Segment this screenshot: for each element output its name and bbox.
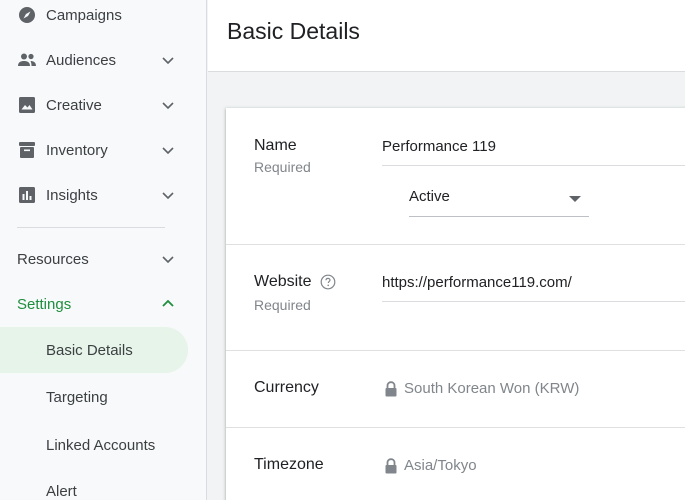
sidebar-subitem-label: Targeting [46, 388, 108, 406]
sidebar-divider [17, 227, 165, 228]
sidebar-item-inventory[interactable]: Inventory [0, 130, 188, 170]
sidebar-item-campaigns[interactable]: Campaigns [0, 0, 188, 35]
chevron-down-icon[interactable] [160, 187, 176, 203]
dropdown-arrow-icon [569, 196, 581, 202]
name-input-underline [382, 165, 685, 166]
sidebar-item-resources[interactable]: Resources [0, 239, 188, 279]
currency-label: Currency [254, 379, 319, 396]
sidebar-subitem-linked-accounts[interactable]: Linked Accounts [0, 422, 188, 468]
website-label: Website [254, 273, 312, 290]
currency-locked-value: South Korean Won (KRW) [384, 380, 579, 397]
row-divider [226, 244, 685, 245]
chevron-down-icon[interactable] [160, 52, 176, 68]
sidebar-item-settings[interactable]: Settings [0, 284, 188, 324]
sidebar-subitem-alert[interactable]: Alert [0, 468, 188, 500]
sidebar-item-label: Audiences [46, 51, 117, 69]
compass-icon [17, 5, 37, 25]
website-required-label: Required [254, 297, 311, 313]
sidebar-item-audiences[interactable]: Audiences [0, 40, 188, 80]
status-select-value: Active [409, 188, 450, 205]
sidebar-item-label: Creative [46, 96, 102, 114]
chevron-down-icon[interactable] [160, 142, 176, 158]
timezone-label: Timezone [254, 456, 324, 473]
archive-icon [17, 140, 37, 160]
sidebar-subitem-label: Alert [46, 482, 77, 500]
help-icon[interactable] [320, 274, 336, 290]
sidebar-item-label: Inventory [46, 141, 108, 159]
sidebar-item-insights[interactable]: Insights [0, 175, 188, 215]
currency-value: South Korean Won (KRW) [404, 380, 580, 397]
page-title: Basic Details [227, 18, 360, 44]
lock-icon [385, 380, 397, 396]
timezone-value: Asia/Tokyo [404, 457, 477, 474]
sidebar-item-label: Insights [46, 186, 98, 204]
row-divider [226, 427, 685, 428]
image-icon [17, 95, 37, 115]
sidebar-item-creative[interactable]: Creative [0, 85, 188, 125]
people-icon [17, 50, 37, 70]
sidebar-subitem-label: Linked Accounts [46, 436, 156, 454]
sidebar-subitem-label: Basic Details [46, 341, 133, 359]
basic-details-card: Name Required Performance 119 Active Web… [226, 108, 685, 500]
website-input-underline [382, 301, 685, 302]
sidebar-subitem-basic-details[interactable]: Basic Details [0, 327, 188, 373]
name-input[interactable]: Performance 119 [382, 138, 496, 155]
row-divider [226, 350, 685, 351]
sidebar-section-label: Resources [17, 250, 89, 268]
chevron-up-icon[interactable] [160, 296, 176, 312]
name-label: Name [254, 137, 297, 154]
chevron-down-icon[interactable] [160, 97, 176, 113]
sidebar-item-label: Campaigns [46, 6, 122, 24]
lock-icon [385, 457, 397, 473]
bar-chart-icon [17, 185, 37, 205]
sidebar-subitem-targeting[interactable]: Targeting [0, 374, 188, 420]
sidebar-section-label: Settings [17, 295, 72, 313]
chevron-down-icon[interactable] [160, 251, 176, 267]
timezone-locked-value: Asia/Tokyo [384, 457, 477, 474]
page-header: Basic Details [208, 0, 685, 72]
name-required-label: Required [254, 159, 311, 175]
status-select[interactable]: Active [409, 186, 589, 217]
sidebar: Campaigns Audiences Creative Inventory I… [0, 0, 207, 500]
website-input[interactable]: https://performance119.com/ [382, 274, 572, 291]
